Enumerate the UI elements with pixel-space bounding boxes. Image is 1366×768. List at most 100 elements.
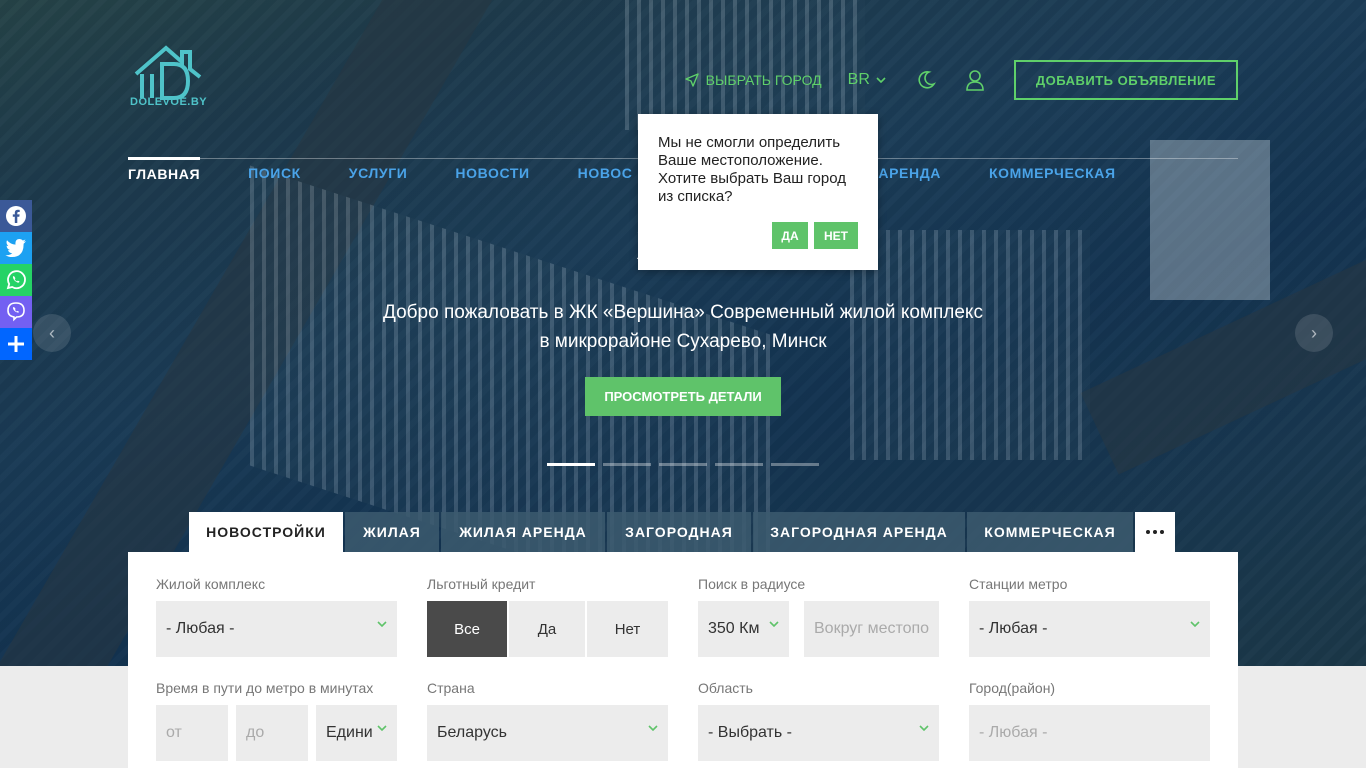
field-label: Область bbox=[698, 680, 753, 696]
credit-toggle: Все Да Нет bbox=[427, 601, 668, 657]
select-value: - Любая - bbox=[979, 620, 1048, 637]
metro-time-unit-select[interactable]: Едини bbox=[316, 705, 397, 761]
select-value: - Любая - bbox=[166, 620, 235, 637]
language-selector[interactable]: BR bbox=[848, 71, 886, 89]
moon-icon bbox=[918, 71, 936, 89]
field-label: Льготный кредит bbox=[427, 576, 536, 592]
chevron-down-icon bbox=[1190, 621, 1200, 627]
region-select[interactable]: - Выбрать - bbox=[698, 705, 939, 761]
chevron-down-icon bbox=[377, 725, 387, 731]
search-form: Жилой комплекс - Любая - Льготный кредит… bbox=[128, 552, 1238, 768]
location-popup-message: Мы не смогли определить Ваше местоположе… bbox=[658, 134, 846, 205]
field-label: Жилой комплекс bbox=[156, 576, 266, 592]
metro-field: Станции метро - Любая - bbox=[969, 576, 1210, 657]
chevron-down-icon bbox=[648, 725, 658, 731]
chevron-left-icon: ‹ bbox=[49, 322, 55, 343]
city-field: Город(район) - Любая - bbox=[969, 680, 1210, 761]
radius-select[interactable]: 350 Км bbox=[698, 601, 789, 657]
tab-country[interactable]: ЗАГОРОДНАЯ bbox=[607, 512, 751, 552]
slider-next-button[interactable]: › bbox=[1295, 314, 1333, 352]
nav-item-home[interactable]: ГЛАВНАЯ bbox=[128, 157, 201, 185]
nav-item-search[interactable]: ПОИСК bbox=[248, 159, 301, 187]
credit-option-all[interactable]: Все bbox=[427, 601, 507, 657]
popup-no-button[interactable]: НЕТ bbox=[814, 222, 858, 249]
nav-item-services[interactable]: УСЛУГИ bbox=[349, 159, 408, 187]
region-field: Область - Выбрать - bbox=[698, 680, 939, 761]
credit-option-yes[interactable]: Да bbox=[509, 601, 585, 657]
slider-dot[interactable] bbox=[715, 463, 763, 466]
slider-dot[interactable] bbox=[603, 463, 651, 466]
nav-item-new-buildings[interactable]: НОВОС bbox=[578, 159, 633, 187]
viber-share-button[interactable] bbox=[0, 296, 32, 328]
slider-dot[interactable] bbox=[659, 463, 707, 466]
credit-option-no[interactable]: Нет bbox=[587, 601, 668, 657]
user-icon bbox=[966, 70, 984, 91]
view-details-button[interactable]: ПРОСМОТРЕТЬ ДЕТАЛИ bbox=[585, 377, 781, 416]
facebook-share-button[interactable] bbox=[0, 200, 32, 232]
user-account-button[interactable] bbox=[964, 69, 986, 91]
social-share-bar bbox=[0, 200, 32, 360]
slider-dot[interactable] bbox=[547, 463, 595, 466]
more-dots-icon bbox=[1146, 530, 1164, 534]
add-listing-button[interactable]: Добавить объявление bbox=[1013, 60, 1238, 100]
field-label: Город(район) bbox=[969, 680, 1056, 696]
logo-text: DOLEVOE.BY bbox=[130, 96, 208, 108]
select-value: - Любая - bbox=[979, 724, 1048, 741]
tab-new-buildings[interactable]: НОВОСТРОЙКИ bbox=[189, 512, 343, 552]
popup-yes-button[interactable]: ДА bbox=[772, 222, 808, 249]
tab-residential[interactable]: ЖИЛАЯ bbox=[345, 512, 439, 552]
choose-city-label: Выбрать город bbox=[705, 72, 822, 88]
chevron-right-icon: › bbox=[1311, 322, 1317, 343]
twitter-icon bbox=[5, 239, 27, 257]
field-label: Поиск в радиусе bbox=[698, 576, 806, 592]
nav-item-news[interactable]: НОВОСТИ bbox=[455, 159, 529, 187]
complex-select[interactable]: - Любая - bbox=[156, 601, 397, 657]
metro-time-from-input[interactable]: от bbox=[156, 705, 228, 761]
complex-field: Жилой комплекс - Любая - bbox=[156, 576, 397, 657]
field-label: Станции метро bbox=[969, 576, 1068, 592]
chevron-down-icon bbox=[919, 725, 929, 731]
metro-time-to-input[interactable]: до bbox=[236, 705, 308, 761]
select-value: 350 Км bbox=[708, 620, 760, 637]
share-more-button[interactable] bbox=[0, 328, 32, 360]
credit-field: Льготный кредит Все Да Нет bbox=[427, 576, 668, 657]
field-label: Время в пути до метро в минутах bbox=[156, 680, 374, 696]
search-tabs: НОВОСТРОЙКИ ЖИЛАЯ ЖИЛАЯ АРЕНДА ЗАГОРОДНА… bbox=[189, 512, 1175, 552]
select-value: - Выбрать - bbox=[708, 724, 792, 741]
slider-dot[interactable] bbox=[771, 463, 819, 466]
chevron-down-icon bbox=[876, 77, 886, 83]
tab-country-rent[interactable]: ЗАГОРОДНАЯ АРЕНДА bbox=[753, 512, 965, 552]
chevron-down-icon bbox=[377, 621, 387, 627]
tab-residential-rent[interactable]: ЖИЛАЯ АРЕНДА bbox=[441, 512, 605, 552]
slider-prev-button[interactable]: ‹ bbox=[33, 314, 71, 352]
radius-field: Поиск в радиусе 350 Км Вокруг местопо bbox=[698, 576, 939, 657]
top-bar: Выбрать город BR Добавить объявление bbox=[684, 60, 1238, 100]
field-label: Страна bbox=[427, 680, 475, 696]
country-select[interactable]: Беларусь bbox=[427, 705, 668, 761]
whatsapp-icon bbox=[6, 270, 26, 290]
input-placeholder: Вокруг местопо bbox=[814, 620, 930, 637]
whatsapp-share-button[interactable] bbox=[0, 264, 32, 296]
select-value: Едини bbox=[326, 724, 373, 741]
share-icon bbox=[8, 336, 24, 352]
input-placeholder: от bbox=[166, 724, 182, 741]
tab-commercial[interactable]: КОММЕРЧЕСКАЯ bbox=[967, 512, 1133, 552]
input-placeholder: до bbox=[246, 724, 265, 741]
country-field: Страна Беларусь bbox=[427, 680, 668, 761]
location-popup: Мы не смогли определить Ваше местоположе… bbox=[638, 114, 878, 270]
select-value: Беларусь bbox=[437, 724, 507, 741]
nav-item-rent[interactable]: АРЕНДА bbox=[878, 159, 941, 187]
slider-pagination bbox=[547, 463, 827, 466]
metro-time-field: Время в пути до метро в минутах от до Ед… bbox=[156, 680, 397, 761]
twitter-share-button[interactable] bbox=[0, 232, 32, 264]
location-input[interactable]: Вокруг местопо bbox=[804, 601, 939, 657]
language-value: BR bbox=[847, 71, 870, 88]
nav-item-commercial[interactable]: КОММЕРЧЕСКАЯ bbox=[989, 159, 1116, 187]
tab-more-button[interactable] bbox=[1135, 512, 1175, 552]
dark-mode-toggle[interactable] bbox=[916, 70, 936, 90]
metro-select[interactable]: - Любая - bbox=[969, 601, 1210, 657]
choose-city-link[interactable]: Выбрать город bbox=[684, 72, 822, 88]
location-arrow-icon bbox=[684, 73, 699, 87]
city-select[interactable]: - Любая - bbox=[969, 705, 1210, 761]
chevron-down-icon bbox=[769, 621, 779, 627]
